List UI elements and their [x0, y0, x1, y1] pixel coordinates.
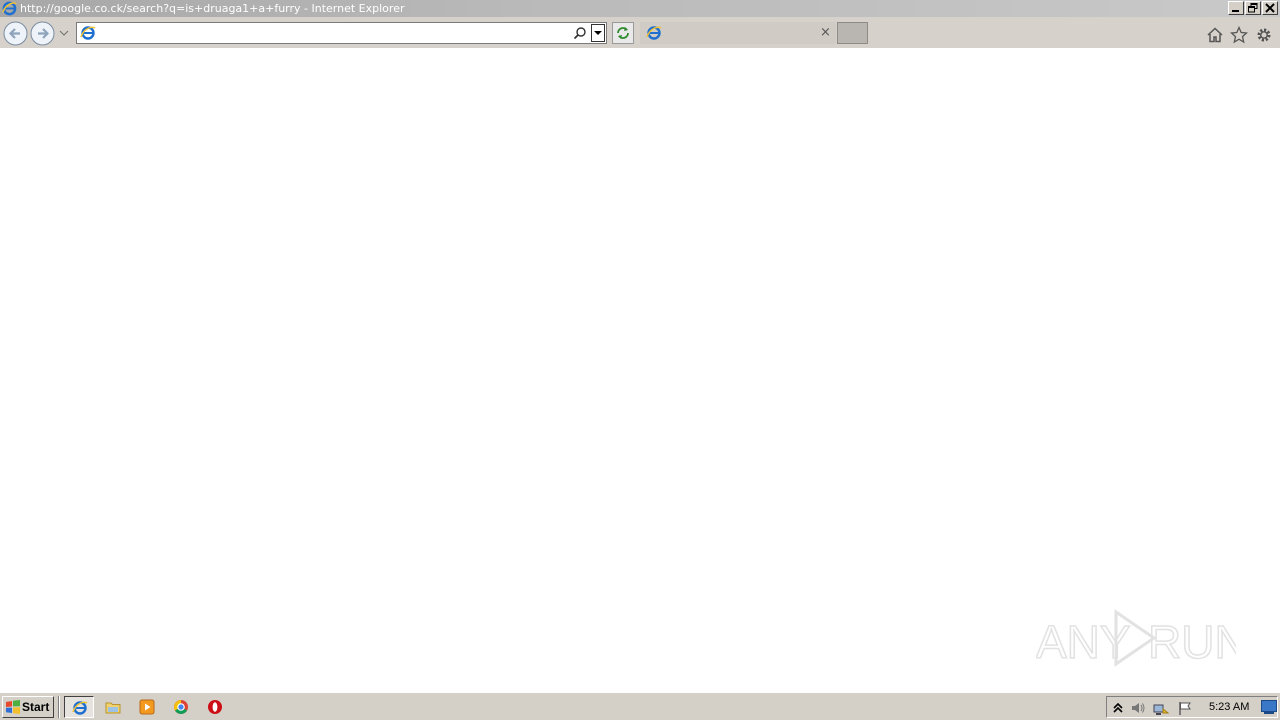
- folder-icon: [105, 702, 121, 714]
- page-content: [0, 48, 1280, 692]
- chevron-down-icon: [594, 31, 602, 35]
- restore-button[interactable]: [1245, 1, 1261, 15]
- taskbar-chrome[interactable]: [166, 696, 196, 718]
- compatibility-view-button[interactable]: [612, 22, 634, 44]
- anyrun-watermark: ANY RUN: [1036, 609, 1236, 669]
- gear-icon[interactable]: [1255, 26, 1273, 44]
- recent-pages-dropdown-icon[interactable]: [59, 29, 69, 37]
- home-icon[interactable]: [1206, 26, 1224, 44]
- address-input[interactable]: [99, 25, 569, 41]
- system-tray: 5:23 AM: [1106, 696, 1278, 718]
- start-button[interactable]: Start: [2, 696, 54, 718]
- internet-explorer-icon: [72, 701, 88, 715]
- minimize-icon: [1232, 10, 1239, 12]
- taskbar-opera[interactable]: [200, 696, 230, 718]
- taskbar-separator: [58, 696, 60, 718]
- show-desktop-icon[interactable]: [1261, 700, 1277, 714]
- address-dropdown-button[interactable]: [591, 24, 605, 42]
- back-button[interactable]: [3, 21, 28, 46]
- watermark-text-right: RUN: [1148, 616, 1236, 668]
- taskbar: Start 5:23 AM: [0, 692, 1280, 720]
- volume-icon[interactable]: [1130, 700, 1146, 716]
- new-tab-button[interactable]: [837, 22, 868, 44]
- network-icon[interactable]: [1153, 700, 1169, 716]
- forward-button[interactable]: [30, 21, 55, 46]
- minimize-button[interactable]: [1228, 1, 1244, 15]
- action-center-flag-icon[interactable]: [1177, 700, 1193, 716]
- close-icon: [1265, 3, 1275, 13]
- favorites-star-icon[interactable]: [1230, 26, 1248, 44]
- taskbar-media-player[interactable]: [132, 696, 162, 718]
- restore-icon: [1248, 3, 1258, 13]
- tab-close-button[interactable]: ×: [820, 25, 831, 40]
- address-bar[interactable]: [76, 22, 607, 44]
- start-label: Start: [22, 700, 50, 714]
- clock[interactable]: 5:23 AM: [1209, 701, 1249, 713]
- search-icon[interactable]: [573, 26, 587, 40]
- tab-current[interactable]: ×: [640, 22, 836, 44]
- show-hidden-icons-icon[interactable]: [1110, 700, 1126, 716]
- title-bar: http://google.co.ck/search?q=is+druaga1+…: [0, 0, 1280, 17]
- windows-logo-icon: [6, 700, 20, 714]
- media-player-icon: [139, 699, 155, 715]
- refresh-icon: [617, 27, 629, 39]
- close-button[interactable]: [1262, 1, 1278, 15]
- opera-icon: [208, 700, 222, 714]
- taskbar-file-explorer[interactable]: [98, 696, 128, 718]
- internet-explorer-icon: [2, 1, 17, 16]
- internet-explorer-icon: [646, 26, 662, 40]
- window-title: http://google.co.ck/search?q=is+druaga1+…: [20, 2, 405, 15]
- taskbar-internet-explorer[interactable]: [64, 696, 94, 718]
- browser-toolbar: ×: [0, 17, 1280, 48]
- chrome-icon: [174, 700, 188, 714]
- internet-explorer-icon: [80, 26, 96, 40]
